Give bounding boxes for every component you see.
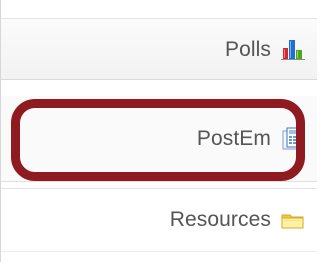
menu-item-label: Resources: [169, 208, 271, 231]
menu-item-polls[interactable]: Polls: [1, 18, 317, 80]
menu-item-label: PostEm: [196, 127, 271, 150]
folder-icon: [281, 208, 305, 232]
menu-item-label: Polls: [224, 37, 271, 61]
menu-bottom-divider: [1, 251, 317, 252]
tool-menu: Polls PostEm Resources: [0, 0, 317, 262]
menu-item-resources[interactable]: Resources: [1, 188, 317, 250]
menu-item-postem[interactable]: PostEm: [1, 96, 317, 182]
polls-bar-chart-icon: [281, 37, 305, 61]
postem-grid-document-icon: [281, 127, 305, 151]
